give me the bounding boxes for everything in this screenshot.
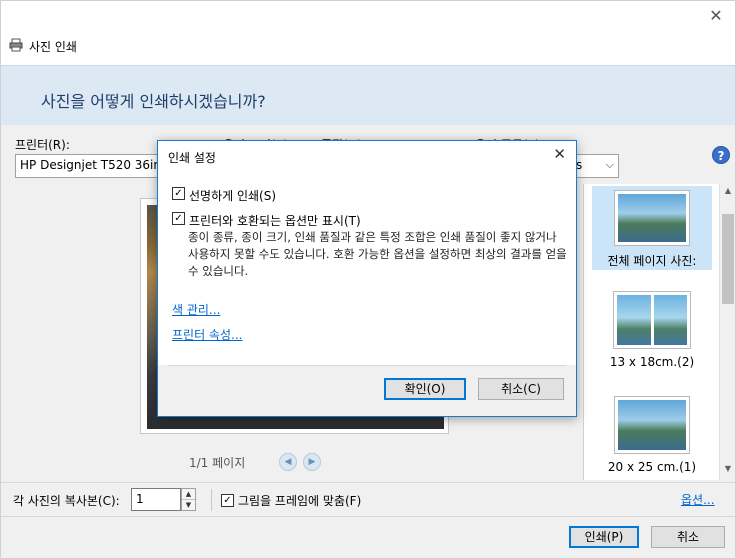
compatible-only-label: 프린터와 호환되는 옵션만 표시(T) — [189, 214, 361, 228]
fit-to-frame-checkbox[interactable]: ✓ 그림을 프레임에 맞춤(F) — [221, 492, 361, 509]
cancel-button[interactable]: 취소 — [651, 526, 725, 548]
fit-to-frame-label: 그림을 프레임에 맞춤(F) — [238, 494, 362, 508]
window-title: 사진 인쇄 — [29, 40, 77, 54]
checkbox-checked-icon[interactable]: ✓ — [221, 494, 234, 507]
copies-label: 각 사진의 복사본(C): — [13, 494, 120, 508]
color-management-link[interactable]: 색 관리... — [172, 301, 220, 318]
bottom-options: 각 사진의 복사본(C): 1 ▲ ▼ ✓ 그림을 프레임에 맞춤(F) 옵션.… — [1, 482, 735, 516]
layout-label: 13 x 18cm.(2) — [609, 355, 695, 369]
layout-thumbnail — [614, 190, 690, 246]
page-indicator: 1/1 페이지 — [189, 456, 246, 470]
divider — [211, 489, 212, 511]
print-button[interactable]: 인쇄(P) — [569, 526, 639, 548]
dialog-title: 인쇄 설정 — [168, 151, 216, 165]
checkbox-checked-icon[interactable]: ✓ — [172, 212, 185, 225]
checkbox-checked-icon[interactable]: ✓ — [172, 187, 185, 200]
options-link[interactable]: 옵션... — [681, 491, 715, 508]
dialog-title-bar: 인쇄 설정 ✕ — [158, 141, 576, 171]
ok-button[interactable]: 확인(O) — [384, 378, 466, 400]
sharpen-label: 선명하게 인쇄(S) — [189, 189, 277, 203]
compatible-description: 종이 종류, 종이 크기, 인쇄 품질과 같은 특정 조합은 인쇄 품질이 좋지… — [188, 230, 567, 278]
dialog-cancel-button[interactable]: 취소(C) — [478, 378, 564, 400]
layout-thumbnail — [614, 396, 690, 454]
footer: 인쇄(P) 취소 — [1, 516, 735, 558]
layout-label: 20 x 25 cm.(1) — [607, 460, 697, 474]
printer-select[interactable]: HP Designjet T520 36in — [15, 154, 161, 178]
printer-icon — [9, 38, 23, 52]
printer-label: 프린터(R): — [15, 138, 70, 152]
copies-stepper[interactable]: ▲ ▼ — [181, 488, 196, 511]
layout-20x25[interactable]: 20 x 25 cm.(1) — [592, 396, 712, 480]
prev-page-button[interactable]: ◀ — [279, 453, 297, 471]
help-icon[interactable]: ? — [712, 146, 730, 164]
chevron-down-icon: ⌵ — [605, 158, 614, 171]
title-bar: ✕ 사진 인쇄 — [1, 1, 735, 65]
divider — [168, 365, 566, 366]
layout-label: 전체 페이지 사진: — [607, 254, 697, 268]
scroll-up-icon[interactable]: ▲ — [720, 186, 736, 200]
page-heading: 사진을 어떻게 인쇄하시겠습니까? — [41, 92, 266, 111]
close-icon[interactable]: ✕ — [553, 145, 566, 163]
scroll-down-icon[interactable]: ▼ — [720, 464, 736, 478]
spin-up-icon[interactable]: ▲ — [182, 489, 195, 500]
next-page-button[interactable]: ▶ — [303, 453, 321, 471]
compatible-only-checkbox[interactable]: ✓ 프린터와 호환되는 옵션만 표시(T) — [172, 212, 361, 229]
dialog-body: ✓ 선명하게 인쇄(S) ✓ 프린터와 호환되는 옵션만 표시(T) 종이 종류… — [158, 171, 576, 366]
paper-type-select[interactable]: s ⌵ — [571, 154, 619, 178]
layouts-scrollbar[interactable]: ▲ ▼ — [719, 184, 735, 480]
spin-down-icon[interactable]: ▼ — [182, 500, 195, 511]
layout-thumbnail — [613, 291, 691, 349]
sharpen-checkbox[interactable]: ✓ 선명하게 인쇄(S) — [172, 187, 276, 204]
print-settings-dialog: 인쇄 설정 ✕ ✓ 선명하게 인쇄(S) ✓ 프린터와 호환되는 옵션만 표시(… — [157, 140, 577, 417]
header-band: 사진을 어떻게 인쇄하시겠습니까? — [1, 65, 735, 125]
scroll-thumb[interactable] — [722, 214, 734, 304]
layout-13x18[interactable]: 13 x 18cm.(2) — [592, 291, 712, 375]
layouts-panel: 전체 페이지 사진: 13 x 18cm.(2) 20 x 25 cm.(1) … — [583, 184, 735, 480]
printer-properties-link[interactable]: 프린터 속성... — [172, 326, 242, 343]
copies-input[interactable]: 1 — [131, 488, 181, 511]
layout-full-page[interactable]: 전체 페이지 사진: — [592, 186, 712, 270]
close-icon[interactable]: ✕ — [705, 5, 727, 27]
